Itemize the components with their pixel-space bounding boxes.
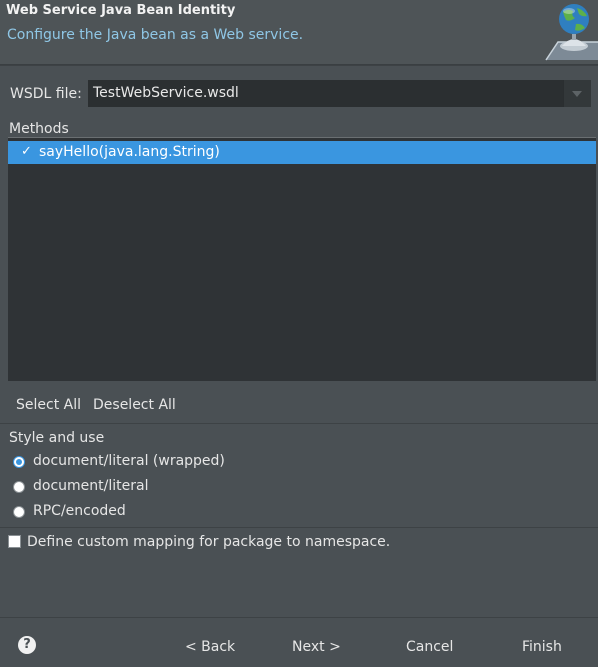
style-use-label: Style and use <box>9 430 105 446</box>
section-divider <box>0 527 598 528</box>
radio-label: document/literal <box>33 478 149 494</box>
footer-divider <box>0 617 598 618</box>
methods-label: Methods <box>9 121 69 137</box>
chevron-down-icon[interactable] <box>563 80 591 107</box>
section-divider <box>0 423 598 424</box>
checkbox-unchecked-icon[interactable] <box>8 535 21 548</box>
radio-checked-icon[interactable] <box>13 456 25 468</box>
help-icon[interactable]: ? <box>18 636 36 654</box>
method-row-sayhello[interactable]: ✓ sayHello(java.lang.String) <box>8 141 596 164</box>
radio-unchecked-icon[interactable] <box>13 481 25 493</box>
select-all-button[interactable]: Select All <box>16 397 81 413</box>
methods-list[interactable]: ✓ sayHello(java.lang.String) <box>8 137 596 381</box>
deselect-all-button[interactable]: Deselect All <box>93 397 176 413</box>
cancel-button[interactable]: Cancel <box>406 639 453 655</box>
wizard-subtitle: Configure the Java bean as a Web service… <box>7 27 304 43</box>
wsdl-file-combo[interactable]: TestWebService.wsdl <box>88 80 591 107</box>
next-button[interactable]: Next > <box>292 639 341 655</box>
back-button[interactable]: < Back <box>185 639 235 655</box>
check-icon[interactable]: ✓ <box>21 144 32 159</box>
finish-button[interactable]: Finish <box>522 639 562 655</box>
custom-mapping-label: Define custom mapping for package to nam… <box>27 534 391 550</box>
wizard-title: Web Service Java Bean Identity <box>6 3 236 18</box>
radio-unchecked-icon[interactable] <box>13 506 25 518</box>
wsdl-file-value: TestWebService.wsdl <box>93 85 239 101</box>
radio-label: RPC/encoded <box>33 503 126 519</box>
wsdl-file-label: WSDL file: <box>10 86 82 102</box>
radio-label: document/literal (wrapped) <box>33 453 225 469</box>
method-label: sayHello(java.lang.String) <box>39 144 220 160</box>
wizard-header: Web Service Java Bean Identity Configure… <box>0 0 598 65</box>
header-divider <box>0 65 598 66</box>
globe-service-icon <box>545 4 598 61</box>
